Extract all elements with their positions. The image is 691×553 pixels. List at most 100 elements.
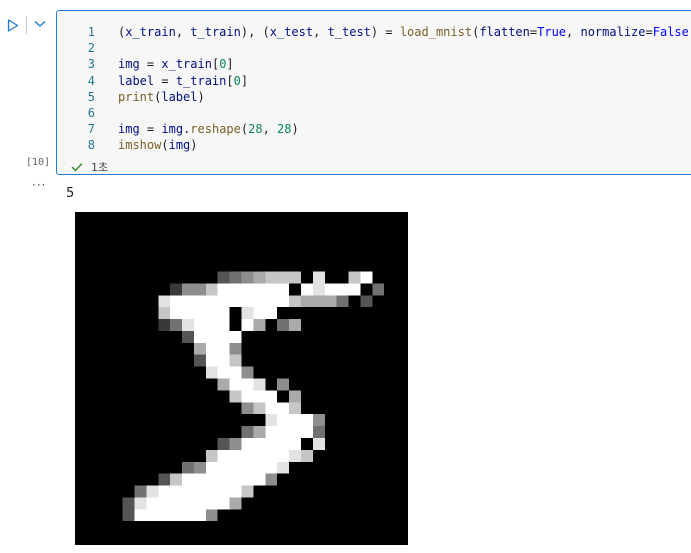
code-token: , [313, 25, 328, 39]
image-pixel [134, 497, 147, 510]
image-pixel [241, 283, 254, 296]
image-pixel [134, 485, 147, 498]
image-pixel [253, 473, 266, 486]
code-token: x_train [125, 25, 176, 39]
image-pixel [217, 319, 230, 331]
image-pixel [229, 390, 242, 403]
image-pixel [253, 390, 266, 403]
line-code[interactable]: (x_train, t_train), (x_test, t_test) = l… [118, 24, 691, 40]
code-token: normalize [580, 25, 646, 39]
image-pixel [241, 366, 254, 379]
code-editor[interactable]: 1 (x_train, t_train), (x_test, t_test) = … [57, 24, 691, 154]
image-pixel [193, 473, 206, 486]
code-token: label [161, 89, 198, 104]
image-pixel [241, 402, 254, 415]
image-pixel [205, 509, 218, 522]
image-pixel [193, 295, 206, 308]
image-pixel [265, 307, 278, 320]
image-pixel [241, 485, 254, 498]
line-code[interactable]: imshow(img) [118, 137, 198, 153]
image-pixel [122, 497, 135, 510]
image-pixel [289, 437, 301, 450]
image-pixel [241, 378, 254, 391]
image-pixel [158, 319, 171, 331]
code-token: ) [291, 122, 299, 137]
code-token: ] [226, 57, 234, 72]
code-line[interactable]: 8 imshow(img) [57, 137, 691, 153]
image-pixel [229, 378, 242, 391]
code-cell[interactable]: 1 (x_train, t_train), (x_test, t_test) = … [56, 10, 691, 175]
image-pixel [217, 271, 230, 284]
image-pixel [253, 426, 266, 438]
code-line[interactable]: 1 (x_train, t_train), (x_test, t_test) = … [57, 24, 691, 40]
line-code[interactable]: img = img.reshape(28, 28) [118, 121, 299, 137]
code-token: [ [226, 73, 234, 88]
image-pixel [193, 485, 206, 498]
image-pixel [158, 497, 171, 510]
image-pixel [241, 271, 254, 284]
image-pixel [312, 414, 325, 427]
image-pixel [170, 283, 183, 296]
line-number: 5 [87, 89, 95, 104]
code-token: t_test [327, 25, 371, 39]
image-pixel [229, 497, 242, 510]
image-pixel [300, 449, 313, 462]
image-pixel [277, 283, 290, 296]
image-pixel [217, 330, 230, 343]
collapse-cell-button[interactable] [32, 16, 48, 32]
image-pixel [229, 330, 242, 343]
play-triangle-icon [7, 18, 19, 32]
code-token: label [118, 73, 155, 88]
image-pixel [277, 426, 290, 438]
code-line[interactable]: 7 img = img.reshape(28, 28) [57, 121, 691, 137]
image-pixel [277, 461, 290, 474]
image-pixel [277, 319, 290, 331]
image-pixel [158, 307, 171, 320]
line-code[interactable]: label = t_train[0] [118, 73, 248, 89]
image-pixel [289, 402, 301, 415]
code-line[interactable]: 3 img = x_train[0] [57, 56, 691, 72]
image-pixel [217, 497, 230, 510]
image-pixel [265, 437, 278, 450]
image-pixel [241, 319, 254, 331]
image-pixel [205, 449, 218, 462]
image-pixel [205, 342, 218, 355]
image-pixel [348, 283, 361, 296]
image-pixel [182, 330, 194, 343]
image-pixel [289, 414, 301, 427]
line-code[interactable]: print(label) [118, 89, 205, 105]
image-pixel [241, 295, 254, 308]
image-pixel [324, 295, 337, 308]
image-pixel [229, 283, 242, 296]
code-token: ) = [370, 25, 400, 39]
code-token: 28 [277, 122, 292, 137]
run-cell-button[interactable] [6, 18, 20, 32]
image-pixel [300, 426, 313, 438]
image-pixel [158, 509, 171, 522]
code-token: imshow [118, 138, 162, 153]
execution-time: 1초 [91, 161, 109, 174]
line-number: 1 [87, 25, 95, 39]
image-pixel [289, 390, 301, 403]
chevron-down-icon [34, 21, 46, 27]
image-pixel [229, 485, 242, 498]
image-pixel [170, 319, 183, 331]
image-pixel [193, 461, 206, 474]
code-line[interactable]: 4 label = t_train[0] [57, 73, 691, 89]
image-pixel [229, 473, 242, 486]
code-line[interactable]: 5 print(label) [57, 89, 691, 105]
line-number: 8 [87, 138, 95, 153]
code-token: flatten [479, 25, 530, 39]
image-pixel [182, 461, 194, 474]
image-pixel [265, 402, 278, 415]
code-line[interactable]: 2 [57, 40, 691, 56]
image-pixel [146, 485, 159, 498]
code-token: print [118, 89, 155, 104]
checkmark-icon [71, 163, 83, 172]
code-line[interactable]: 6 [57, 105, 691, 121]
image-pixel [229, 449, 242, 462]
line-code[interactable]: img = x_train[0] [118, 56, 234, 72]
image-pixel [217, 485, 230, 498]
output-more-button[interactable]: ··· [32, 178, 46, 192]
code-token: img [118, 57, 140, 72]
